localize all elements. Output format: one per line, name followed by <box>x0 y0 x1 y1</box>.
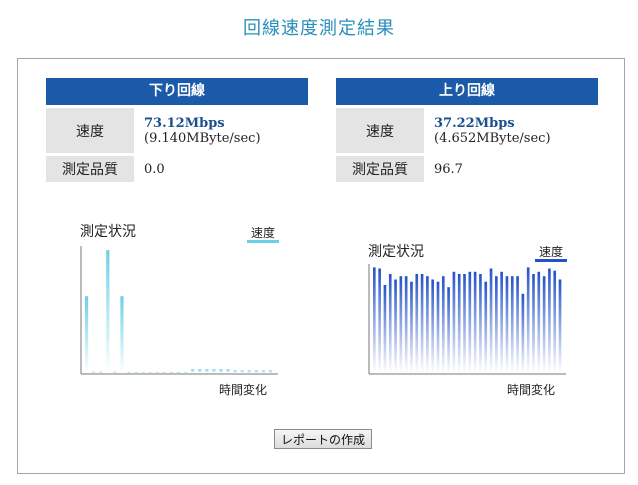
download-quality-value: 0.0 <box>144 161 165 177</box>
download-speed-row: 速度 73.12Mbps (9.140MByte/sec) <box>46 108 308 153</box>
download-chart-bar <box>92 371 96 373</box>
upload-header: 上り回線 <box>336 78 598 105</box>
upload-chart-bar <box>447 287 450 373</box>
download-chart-bar <box>254 370 258 373</box>
download-chart-bar <box>85 296 89 373</box>
download-chart-bar <box>191 369 195 373</box>
upload-chart-bar <box>410 281 413 373</box>
upload-chart-bar <box>489 268 493 373</box>
upload-chart-bar <box>500 271 503 373</box>
upload-chart: 測定状況 速度 時間変化 <box>361 241 581 421</box>
upload-chart-bar <box>378 268 381 373</box>
upload-chart-bar <box>404 276 408 373</box>
upload-chart-bar <box>452 271 456 373</box>
download-chart-bar <box>268 370 273 373</box>
download-speed-mbyte: (9.140MByte/sec) <box>144 130 261 146</box>
download-chart-bar <box>205 369 209 373</box>
download-chart-bar <box>148 372 152 373</box>
upload-chart-bar <box>426 276 429 373</box>
create-report-button[interactable]: レポートの作成 <box>274 429 372 449</box>
upload-chart-bar <box>484 281 488 373</box>
download-chart-bar <box>247 370 251 373</box>
download-speed-value: 73.12Mbps (9.140MByte/sec) <box>134 108 308 153</box>
result-frame: 下り回線 速度 73.12Mbps (9.140MByte/sec) 測定品質 … <box>17 58 625 474</box>
download-chart-bar <box>134 372 138 373</box>
upload-chart-bar <box>521 293 525 373</box>
upload-chart-bar <box>373 267 376 373</box>
upload-chart-bar <box>388 274 392 373</box>
upload-chart-bar <box>394 279 397 373</box>
download-chart-bar <box>233 370 237 373</box>
upload-quality-value: 96.7 <box>434 161 463 177</box>
upload-panel: 上り回線 速度 37.22Mbps (4.652MByte/sec) 測定品質 … <box>336 78 598 182</box>
upload-speed-value: 37.22Mbps (4.652MByte/sec) <box>424 108 598 153</box>
upload-quality-row: 測定品質 96.7 <box>336 156 598 182</box>
download-chart-bar <box>127 372 131 373</box>
upload-chart-bar <box>526 267 530 373</box>
download-chart-bar <box>176 372 181 373</box>
upload-chart-bar <box>441 276 445 373</box>
download-chart-bar <box>120 296 124 373</box>
upload-chart-bar <box>479 274 482 373</box>
upload-speed-mbyte: (4.652MByte/sec) <box>434 130 551 146</box>
download-chart-bar <box>99 371 103 373</box>
page-title: 回線速度測定結果 <box>243 18 395 39</box>
upload-chart-bar <box>431 279 435 373</box>
download-chart-bar <box>162 372 166 373</box>
upload-chart-bar <box>457 274 461 373</box>
download-quality-label: 測定品質 <box>46 156 134 182</box>
download-chart-bar <box>261 370 266 373</box>
upload-chart-bar <box>399 276 403 373</box>
upload-chart-bar <box>436 281 440 373</box>
upload-chart-bar <box>532 274 535 373</box>
upload-chart-xlabel: 時間変化 <box>507 383 556 397</box>
download-speed-label: 速度 <box>46 108 134 153</box>
download-chart-bar <box>155 372 159 373</box>
upload-chart-bar <box>542 276 546 373</box>
download-chart-bar <box>198 369 202 373</box>
download-quality-row: 測定品質 0.0 <box>46 156 308 182</box>
upload-chart-bar <box>510 276 514 373</box>
download-chart-xlabel: 時間変化 <box>219 383 268 397</box>
upload-chart-bar <box>420 274 424 373</box>
download-panel: 下り回線 速度 73.12Mbps (9.140MByte/sec) 測定品質 … <box>46 78 308 182</box>
download-chart-bar <box>226 369 230 373</box>
upload-chart-bar <box>537 271 541 373</box>
upload-chart-bar <box>473 271 477 373</box>
upload-chart-bar <box>415 274 419 373</box>
download-chart-plot <box>80 246 278 375</box>
upload-chart-bar <box>495 276 498 373</box>
upload-quality-label: 測定品質 <box>336 156 424 182</box>
upload-chart-bar <box>505 276 509 373</box>
upload-speed-label: 速度 <box>336 108 424 153</box>
upload-chart-bar <box>516 276 519 373</box>
download-chart-bar <box>141 372 145 373</box>
download-chart-bar <box>184 372 188 373</box>
upload-chart-bar <box>463 274 466 373</box>
download-speed-mbps: 73.12Mbps <box>144 115 225 131</box>
download-header: 下り回線 <box>46 78 308 105</box>
upload-chart-bar <box>548 268 551 373</box>
download-chart-bar <box>106 250 110 373</box>
download-chart: 測定状況 速度 時間変化 <box>73 219 293 399</box>
upload-speed-mbps: 37.22Mbps <box>434 115 515 131</box>
upload-chart-bar <box>383 285 387 373</box>
download-chart-bar <box>219 369 223 373</box>
upload-chart-plot <box>368 264 566 375</box>
download-chart-bar <box>240 370 244 373</box>
download-chart-bar <box>212 369 216 373</box>
upload-speed-row: 速度 37.22Mbps (4.652MByte/sec) <box>336 108 598 153</box>
download-chart-bar <box>113 371 117 373</box>
download-chart-bar <box>169 372 174 373</box>
upload-chart-bar <box>553 270 557 373</box>
upload-chart-bar <box>468 271 472 373</box>
upload-chart-bar <box>558 279 562 373</box>
